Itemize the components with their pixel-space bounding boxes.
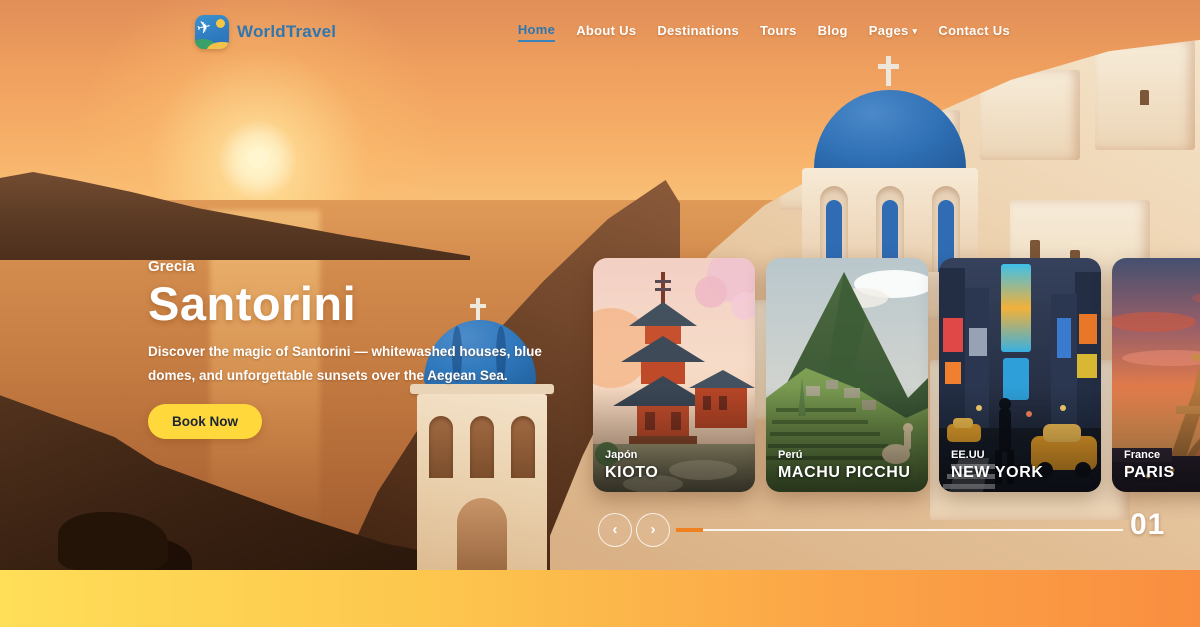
card-kioto[interactable]: Japón KIOTO xyxy=(593,258,755,492)
carousel-progress-fill xyxy=(676,528,703,532)
card-country: Japón xyxy=(605,449,658,461)
hero-country-label: Grecia xyxy=(148,258,578,275)
nav-item-pages-label: Pages xyxy=(869,23,909,38)
nav-item-about-us[interactable]: About Us xyxy=(576,23,636,41)
card-label: Perú MACHU PICCHU xyxy=(778,449,911,482)
card-country: Perú xyxy=(778,449,911,461)
book-now-button[interactable]: Book Now xyxy=(148,404,262,439)
setting-sun xyxy=(247,147,269,169)
airplane-travel-app-icon: ✈ xyxy=(195,15,229,49)
card-city: PARIS xyxy=(1124,464,1175,482)
card-paris[interactable]: France PARIS xyxy=(1112,258,1200,492)
chevron-left-icon: ‹ xyxy=(613,521,618,538)
card-new-york[interactable]: EE.UU NEW YORK xyxy=(939,258,1101,492)
card-city: KIOTO xyxy=(605,464,658,482)
carousel-progress-track[interactable] xyxy=(676,529,1123,531)
card-label: EE.UU NEW YORK xyxy=(951,449,1044,482)
destination-cards: Japón KIOTO xyxy=(593,258,1200,492)
church-body xyxy=(802,168,978,272)
nav-item-tours[interactable]: Tours xyxy=(760,23,797,41)
window xyxy=(1030,240,1040,258)
hero-title: Santorini xyxy=(148,279,578,328)
sun-dot-shape xyxy=(216,19,225,28)
site-header: ✈ WorldTravel Home About Us Destinations… xyxy=(0,0,1200,58)
card-city: MACHU PICCHU xyxy=(778,464,911,482)
brand-name: WorldTravel xyxy=(237,22,336,42)
carousel-next-button[interactable]: › xyxy=(636,513,670,547)
nav-item-pages[interactable]: Pages ▾ xyxy=(869,23,918,41)
nav-item-blog[interactable]: Blog xyxy=(818,23,848,41)
carousel-slide-number: 01 xyxy=(1130,508,1165,542)
card-country: France xyxy=(1124,449,1175,461)
church-cross xyxy=(886,56,891,86)
card-country: EE.UU xyxy=(951,449,1044,461)
airplane-icon: ✈ xyxy=(195,17,213,40)
main-nav: Home About Us Destinations Tours Blog Pa… xyxy=(518,22,1010,42)
hero-content: Grecia Santorini Discover the magic of S… xyxy=(148,258,578,439)
caret-down-icon: ▾ xyxy=(913,26,918,37)
blue-dome-church xyxy=(790,56,990,272)
church-cross-bar xyxy=(878,64,899,69)
brand-logo[interactable]: ✈ WorldTravel xyxy=(195,15,336,49)
nav-item-contact-us[interactable]: Contact Us xyxy=(938,23,1010,41)
card-machu-picchu[interactable]: Perú MACHU PICCHU xyxy=(766,258,928,492)
travel-landing-page: ✈ WorldTravel Home About Us Destinations… xyxy=(0,0,1200,627)
card-label: Japón KIOTO xyxy=(605,449,658,482)
card-label: France PARIS xyxy=(1124,449,1175,482)
nav-item-destinations[interactable]: Destinations xyxy=(657,23,739,41)
chevron-right-icon: › xyxy=(651,521,656,538)
blue-dome xyxy=(814,90,966,172)
bottom-gradient-band xyxy=(0,570,1200,627)
hero-description: Discover the magic of Santorini — whitew… xyxy=(148,340,558,387)
nav-item-home[interactable]: Home xyxy=(518,22,555,42)
carousel-prev-button[interactable]: ‹ xyxy=(598,513,632,547)
window xyxy=(1140,90,1149,105)
card-city: NEW YORK xyxy=(951,464,1044,482)
lower-arch xyxy=(457,498,507,570)
